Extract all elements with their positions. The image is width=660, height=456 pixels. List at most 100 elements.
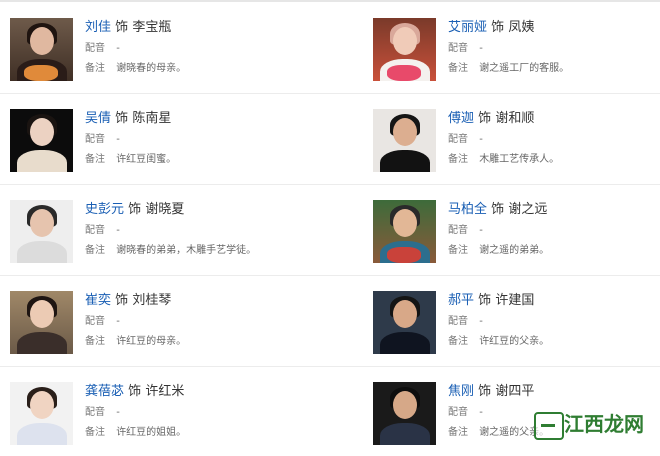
actor-name-link[interactable]: 崔奕 xyxy=(85,293,111,308)
dubbing-line: 配音 - xyxy=(85,130,325,150)
note-value: 谢之遥的弟弟。 xyxy=(479,245,550,256)
role-name: 谢和顺 xyxy=(495,111,535,126)
dubbing-label: 配音 xyxy=(448,43,468,54)
role-name: 凤姨 xyxy=(508,20,535,35)
actor-name-link[interactable]: 艾丽娅 xyxy=(448,20,487,35)
actor-photo[interactable] xyxy=(10,18,73,81)
dubbing-label: 配音 xyxy=(85,134,105,145)
role-name: 陈南星 xyxy=(132,111,172,126)
dubbing-value: - xyxy=(479,225,483,236)
note-value: 许红豆闺蜜。 xyxy=(116,154,177,165)
cast-title: 马柏全 饰 谢之远 xyxy=(448,199,660,221)
dubbing-value: - xyxy=(479,134,483,145)
note-value: 木雕工艺传承人。 xyxy=(479,154,560,165)
cast-title: 傅迦 饰 谢和顺 xyxy=(448,108,660,130)
cast-card: 焦刚 饰 谢四平 配音 - 备注 谢之遥的父亲。 xyxy=(363,366,660,456)
actor-name-link[interactable]: 龚蓓苾 xyxy=(85,384,124,399)
cast-title: 龚蓓苾 饰 许红米 xyxy=(85,381,325,403)
dubbing-label: 配音 xyxy=(85,407,105,418)
actor-photo[interactable] xyxy=(10,109,73,172)
note-line: 备注 许红豆的姐姐。 xyxy=(85,423,325,443)
role-name: 许建国 xyxy=(495,293,535,308)
cast-card: 艾丽娅 饰 凤姨 配音 - 备注 谢之遥工厂的客服。 xyxy=(363,2,660,94)
note-value: 谢之遥的父亲。 xyxy=(479,427,550,438)
cast-title: 焦刚 饰 谢四平 xyxy=(448,381,660,403)
note-line: 备注 谢晓春的弟弟，木雕手艺学徒。 xyxy=(85,241,325,261)
dubbing-value: - xyxy=(116,43,120,54)
dubbing-value: - xyxy=(479,407,483,418)
note-value: 谢晓春的母亲。 xyxy=(116,63,187,74)
note-value: 许红豆的母亲。 xyxy=(116,336,187,347)
cast-row: 吴倩 饰 陈南星 配音 - 备注 许红豆闺蜜。 傅迦 饰 谢和顺 配音 - 备注… xyxy=(0,93,660,185)
cast-title: 郝平 饰 许建国 xyxy=(448,290,660,312)
actor-name-link[interactable]: 史彭元 xyxy=(85,202,124,217)
dubbing-value: - xyxy=(116,407,120,418)
role-name: 谢之远 xyxy=(508,202,548,217)
dubbing-label: 配音 xyxy=(448,407,468,418)
actor-photo[interactable] xyxy=(10,291,73,354)
cast-card: 刘佳 饰 李宝瓶 配音 - 备注 谢晓春的母亲。 xyxy=(0,2,330,94)
as-word: 饰 xyxy=(491,20,505,35)
dubbing-label: 配音 xyxy=(448,316,468,327)
actor-photo[interactable] xyxy=(10,200,73,263)
actor-photo[interactable] xyxy=(373,382,436,445)
cast-card: 龚蓓苾 饰 许红米 配音 - 备注 许红豆的姐姐。 xyxy=(0,366,330,456)
cast-row: 刘佳 饰 李宝瓶 配音 - 备注 谢晓春的母亲。 艾丽娅 饰 凤姨 配音 - 备… xyxy=(0,2,660,94)
as-word: 饰 xyxy=(115,111,129,126)
dubbing-line: 配音 - xyxy=(448,130,660,150)
note-line: 备注 许红豆的父亲。 xyxy=(448,332,660,352)
role-name: 李宝瓶 xyxy=(132,20,172,35)
actor-name-link[interactable]: 吴倩 xyxy=(85,111,111,126)
dubbing-label: 配音 xyxy=(448,225,468,236)
cast-title: 吴倩 饰 陈南星 xyxy=(85,108,325,130)
actor-name-link[interactable]: 焦刚 xyxy=(448,384,474,399)
dubbing-line: 配音 - xyxy=(448,39,660,59)
actor-photo[interactable] xyxy=(373,18,436,81)
as-word: 饰 xyxy=(115,20,129,35)
note-value: 许红豆的父亲。 xyxy=(479,336,550,347)
note-label: 备注 xyxy=(85,63,105,74)
note-line: 备注 许红豆的母亲。 xyxy=(85,332,325,352)
dubbing-line: 配音 - xyxy=(448,221,660,241)
as-word: 饰 xyxy=(478,384,492,399)
cast-row: 崔奕 饰 刘桂琴 配音 - 备注 许红豆的母亲。 郝平 饰 许建国 配音 - 备… xyxy=(0,275,660,367)
cast-card: 崔奕 饰 刘桂琴 配音 - 备注 许红豆的母亲。 xyxy=(0,275,330,367)
actor-name-link[interactable]: 傅迦 xyxy=(448,111,474,126)
dubbing-line: 配音 - xyxy=(448,312,660,332)
cast-title: 史彭元 饰 谢晓夏 xyxy=(85,199,325,221)
actor-name-link[interactable]: 刘佳 xyxy=(85,20,111,35)
note-value: 许红豆的姐姐。 xyxy=(116,427,187,438)
actor-name-link[interactable]: 马柏全 xyxy=(448,202,487,217)
dubbing-label: 配音 xyxy=(85,225,105,236)
actor-photo[interactable] xyxy=(10,382,73,445)
note-value: 谢晓春的弟弟，木雕手艺学徒。 xyxy=(116,245,257,256)
role-name: 许红米 xyxy=(145,384,185,399)
note-line: 备注 谢之遥工厂的客服。 xyxy=(448,59,660,79)
actor-photo[interactable] xyxy=(373,291,436,354)
note-label: 备注 xyxy=(448,154,468,165)
dubbing-label: 配音 xyxy=(85,316,105,327)
cast-card: 马柏全 饰 谢之远 配音 - 备注 谢之遥的弟弟。 xyxy=(363,184,660,276)
note-label: 备注 xyxy=(448,245,468,256)
cast-title: 艾丽娅 饰 凤姨 xyxy=(448,17,660,39)
note-line: 备注 许红豆闺蜜。 xyxy=(85,150,325,170)
role-name: 刘桂琴 xyxy=(132,293,172,308)
actor-name-link[interactable]: 郝平 xyxy=(448,293,474,308)
as-word: 饰 xyxy=(478,293,492,308)
dubbing-value: - xyxy=(116,316,120,327)
cast-card: 吴倩 饰 陈南星 配音 - 备注 许红豆闺蜜。 xyxy=(0,93,330,185)
actor-photo[interactable] xyxy=(373,200,436,263)
note-line: 备注 木雕工艺传承人。 xyxy=(448,150,660,170)
cast-card: 郝平 饰 许建国 配音 - 备注 许红豆的父亲。 xyxy=(363,275,660,367)
note-label: 备注 xyxy=(85,336,105,347)
as-word: 饰 xyxy=(115,293,129,308)
cast-title: 崔奕 饰 刘桂琴 xyxy=(85,290,325,312)
as-word: 饰 xyxy=(128,202,142,217)
cast-row: 史彭元 饰 谢晓夏 配音 - 备注 谢晓春的弟弟，木雕手艺学徒。 马柏全 饰 谢… xyxy=(0,184,660,276)
role-name: 谢晓夏 xyxy=(145,202,185,217)
dubbing-line: 配音 - xyxy=(85,221,325,241)
cast-card: 傅迦 饰 谢和顺 配音 - 备注 木雕工艺传承人。 xyxy=(363,93,660,185)
dubbing-value: - xyxy=(479,43,483,54)
cast-list-page: 刘佳 饰 李宝瓶 配音 - 备注 谢晓春的母亲。 艾丽娅 饰 凤姨 配音 - 备… xyxy=(0,0,660,456)
actor-photo[interactable] xyxy=(373,109,436,172)
